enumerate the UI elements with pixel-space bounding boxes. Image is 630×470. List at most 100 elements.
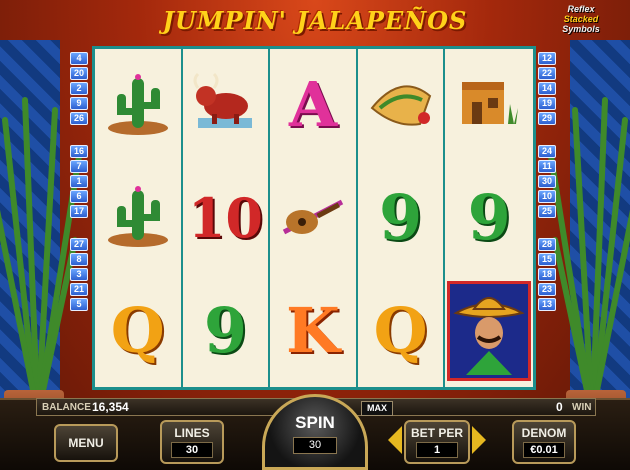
spin-bet-value: 30 — [293, 437, 337, 454]
title-banner: JUMPIN' JALAPEÑOS — [120, 0, 510, 40]
payline-indicator[interactable]: 7 — [70, 160, 88, 173]
reel-grid: Q 10 9 AK 9Q 9 — [92, 46, 536, 390]
reel-1: Q — [95, 49, 183, 387]
reel-2: 10 9 — [183, 49, 271, 387]
cactus-icon — [103, 180, 173, 255]
denom-button[interactable]: DENOM €0.01 — [512, 420, 576, 464]
payline-indicator[interactable]: 29 — [538, 112, 556, 125]
symbol-card: A — [288, 68, 338, 142]
payline-indicator[interactable]: 24 — [538, 145, 556, 158]
denom-value: €0.01 — [523, 442, 565, 458]
payline-indicator[interactable]: 13 — [538, 298, 556, 311]
spin-label: SPIN — [295, 413, 335, 432]
payline-group: 24 11 30 10 25 — [538, 145, 558, 218]
feature-badge: Reflex Stacked Symbols — [538, 4, 624, 36]
spin-button[interactable]: SPIN 30 — [262, 394, 368, 470]
menu-button[interactable]: MENU — [54, 424, 118, 462]
reel-cell: Q — [358, 274, 444, 387]
payline-indicator[interactable]: 26 — [70, 112, 88, 125]
payline-indicator[interactable]: 11 — [538, 160, 556, 173]
bet-per-button[interactable]: BET PER 1 — [404, 420, 470, 464]
reel-cell: A — [270, 49, 356, 162]
guitar-icon — [278, 180, 348, 255]
lines-value: 30 — [171, 442, 213, 458]
payline-indicator[interactable]: 9 — [70, 97, 88, 110]
payline-indicator[interactable]: 14 — [538, 82, 556, 95]
payline-indicator[interactable]: 19 — [538, 97, 556, 110]
reel-cell: 9 — [445, 162, 533, 275]
payline-indicator[interactable]: 17 — [70, 205, 88, 218]
payline-indicator[interactable]: 4 — [70, 52, 88, 65]
denom-label: DENOM — [521, 426, 567, 440]
adobe-house-icon — [454, 68, 524, 143]
symbol-card: Q — [373, 293, 428, 367]
reel-cell — [270, 162, 356, 275]
reel-cell: 10 — [183, 162, 269, 275]
payline-group: 16 7 1 6 17 — [70, 145, 90, 218]
mariachi-icon — [447, 280, 532, 381]
bet-per-value: 1 — [416, 442, 458, 458]
payline-indicator[interactable]: 5 — [70, 298, 88, 311]
payline-indicator[interactable]: 30 — [538, 175, 556, 188]
reel-cell: Q — [95, 274, 181, 387]
payline-indicators-left: 4 20 2 9 26 16 7 1 6 17 27 8 3 21 5 — [70, 52, 90, 331]
payline-indicator[interactable]: 6 — [70, 190, 88, 203]
payline-indicator[interactable]: 12 — [538, 52, 556, 65]
payline-indicators-right: 12 22 14 19 29 24 11 30 10 25 28 15 18 23 13 — [538, 52, 558, 331]
payline-group: 27 8 3 21 5 — [70, 238, 90, 311]
reel-cell: 9 — [183, 274, 269, 387]
reel-4: 9Q — [358, 49, 446, 387]
reel-cell — [95, 162, 181, 275]
reel-5: 9 — [445, 49, 533, 387]
payline-indicator[interactable]: 23 — [538, 283, 556, 296]
payline-indicator[interactable]: 22 — [538, 67, 556, 80]
symbol-card: K — [286, 293, 340, 367]
payline-indicator[interactable]: 1 — [70, 175, 88, 188]
payline-indicator[interactable]: 18 — [538, 268, 556, 281]
symbol-card: Q — [110, 293, 165, 367]
slot-game-screen: JUMPIN' JALAPEÑOS Reflex Stacked Symbols… — [0, 0, 630, 470]
payline-indicator[interactable]: 3 — [70, 268, 88, 281]
payline-indicator[interactable]: 10 — [538, 190, 556, 203]
bet-per-label: BET PER — [410, 426, 463, 440]
cactus-icon — [103, 68, 173, 143]
bet-decrease-arrow-icon[interactable] — [388, 426, 402, 454]
payline-indicator[interactable]: 16 — [70, 145, 88, 158]
bull-icon — [190, 68, 260, 143]
payline-indicator[interactable]: 2 — [70, 82, 88, 95]
balance-value: 16,354 — [92, 400, 129, 414]
lines-button[interactable]: LINES 30 — [160, 420, 224, 464]
reel-cell — [358, 49, 444, 162]
menu-label: MENU — [68, 436, 104, 450]
win-label: WIN — [572, 402, 592, 413]
bet-increase-arrow-icon[interactable] — [472, 426, 486, 454]
payline-group: 4 20 2 9 26 — [70, 52, 90, 125]
symbol-card: 10 — [187, 185, 263, 250]
payline-indicator[interactable]: 28 — [538, 238, 556, 251]
taco-icon — [366, 68, 436, 143]
symbol-card: 9 — [467, 180, 511, 254]
lines-label: LINES — [174, 426, 210, 440]
badge-line-1: Reflex — [567, 4, 595, 14]
reel-cell: 9 — [358, 162, 444, 275]
game-title: JUMPIN' JALAPEÑOS — [162, 5, 468, 35]
reel-cell: K — [270, 274, 356, 387]
badge-line-3: Symbols — [562, 24, 600, 34]
reel-cell — [183, 49, 269, 162]
payline-group: 28 15 18 23 13 — [538, 238, 558, 311]
payline-group: 12 22 14 19 29 — [538, 52, 558, 125]
reel-3: AK — [270, 49, 358, 387]
payline-indicator[interactable]: 20 — [70, 67, 88, 80]
reel-cell — [445, 274, 533, 387]
payline-indicator[interactable]: 25 — [538, 205, 556, 218]
payline-indicator[interactable]: 15 — [538, 253, 556, 266]
balance-label: BALANCE — [42, 402, 91, 413]
payline-indicator[interactable]: 8 — [70, 253, 88, 266]
max-bet-button[interactable]: MAX — [361, 401, 393, 416]
payline-indicator[interactable]: 21 — [70, 283, 88, 296]
symbol-card: 9 — [203, 293, 247, 367]
reel-cell — [445, 49, 533, 162]
win-value: 0 — [556, 400, 563, 414]
payline-indicator[interactable]: 27 — [70, 238, 88, 251]
reel-cell — [95, 49, 181, 162]
